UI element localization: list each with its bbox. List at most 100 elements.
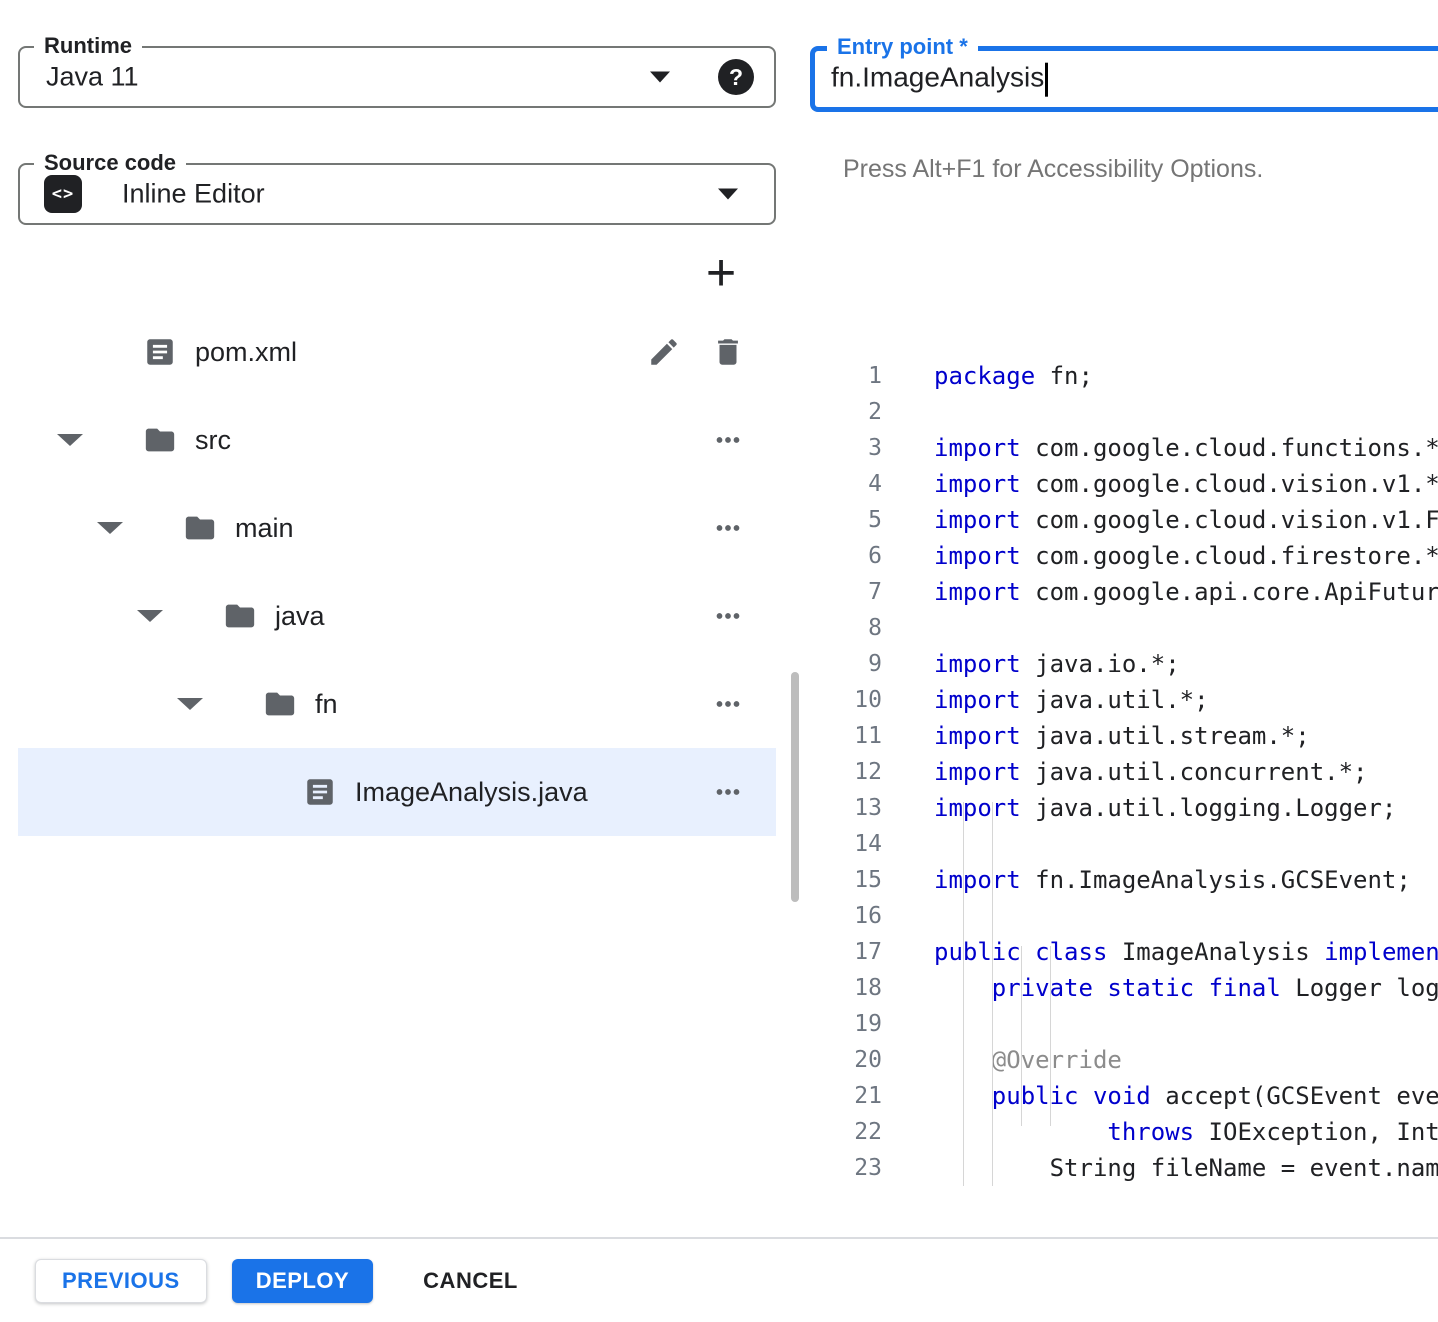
line-number: 12 [810,754,882,790]
code-line: 13import java.util.logging.Logger; [810,790,1438,826]
dropdown-arrow-icon [650,72,670,83]
line-number: 23 [810,1150,882,1186]
line-number: 14 [810,826,882,862]
code-line: 20 @Override [810,1042,1438,1078]
tree-item-label: java [275,601,325,632]
line-number: 18 [810,970,882,1006]
expander-caret-icon[interactable] [57,434,83,446]
runtime-select[interactable]: Runtime Java 11 ? [18,46,776,108]
entry-point-input[interactable]: Entry point * fn.ImageAnalysis [810,46,1438,112]
tree-item-label: fn [315,689,338,720]
code-line: 14 [810,826,1438,862]
code-line: 10import java.util.*; [810,682,1438,718]
code-line: 7import com.google.api.core.ApiFutur [810,574,1438,610]
action-bar: PREVIOUS DEPLOY CANCEL [0,1237,1438,1322]
line-number: 9 [810,646,882,682]
expander-caret-icon[interactable] [177,698,203,710]
text-cursor [1045,62,1048,96]
code-brackets-icon: <> [44,175,82,213]
tree-item-java[interactable]: java [18,572,776,660]
line-number: 11 [810,718,882,754]
tree-indent [45,434,143,446]
code-editor[interactable]: Press Alt+F1 for Accessibility Options. … [810,142,1438,1186]
runtime-label: Runtime [34,33,142,59]
more-options-button[interactable] [708,684,748,724]
tree-item-label: main [235,513,294,544]
more-options-button[interactable] [708,508,748,548]
code-line: 1package fn; [810,358,1438,394]
indent-guide [1050,946,1051,1126]
line-number: 5 [810,502,882,538]
code-line: 19 [810,1006,1438,1042]
configuration-panel: Runtime Java 11 ? Source code <> Inline … [0,0,776,1237]
code-line: 11import java.util.stream.*; [810,718,1438,754]
code-line: 15import fn.ImageAnalysis.GCSEvent; [810,862,1438,898]
code-line: 6import com.google.cloud.firestore.* [810,538,1438,574]
folder-icon [183,511,217,545]
dropdown-arrow-icon [718,189,738,200]
tree-indent [165,698,263,710]
line-number: 22 [810,1114,882,1150]
code-line: 8 [810,610,1438,646]
entry-point-label: Entry point * [827,34,978,60]
code-line: 5import com.google.cloud.vision.v1.F [810,502,1438,538]
cancel-button[interactable]: CANCEL [413,1259,528,1303]
line-number: 2 [810,394,882,430]
code-line: 17public class ImageAnalysis implemen [810,934,1438,970]
tree-item-main[interactable]: main [18,484,776,572]
more-options-button[interactable] [708,596,748,636]
line-number: 13 [810,790,882,826]
tree-item-label: src [195,425,231,456]
code-line: 3import com.google.cloud.functions.* [810,430,1438,466]
code-line: 21 public void accept(GCSEvent eve [810,1078,1438,1114]
tree-item-pom.xml[interactable]: pom.xml [18,308,776,396]
line-number: 19 [810,1006,882,1042]
line-number: 10 [810,682,882,718]
line-number: 20 [810,1042,882,1078]
entry-point-value: fn.ImageAnalysis [831,62,1048,97]
folder-icon [143,423,177,457]
expander-caret-icon[interactable] [137,610,163,622]
more-options-button[interactable] [708,420,748,460]
tree-item-label: pom.xml [195,337,297,368]
file-icon [143,335,177,369]
source-code-value: Inline Editor [122,179,265,210]
previous-button[interactable]: PREVIOUS [35,1259,207,1303]
line-number: 7 [810,574,882,610]
line-number: 16 [810,898,882,934]
line-number: 15 [810,862,882,898]
editor-panel: Entry point * fn.ImageAnalysis Press Alt… [810,0,1438,1237]
scrollbar-thumb[interactable] [791,672,799,902]
tree-item-ImageAnalysis.java[interactable]: ImageAnalysis.java [18,748,776,836]
code-line: 12import java.util.concurrent.*; [810,754,1438,790]
accessibility-hint: Press Alt+F1 for Accessibility Options. [843,154,1438,190]
indent-guide [1021,946,1022,1126]
indent-guide [963,802,964,1186]
code-line: 4import com.google.cloud.vision.v1.* [810,466,1438,502]
add-file-button[interactable]: + [696,248,746,298]
tree-item-fn[interactable]: fn [18,660,776,748]
line-number: 17 [810,934,882,970]
folder-icon [223,599,257,633]
tree-indent [125,610,223,622]
delete-file-button[interactable] [708,332,748,372]
code-line: 2 [810,394,1438,430]
tree-item-label: ImageAnalysis.java [355,777,588,808]
runtime-value: Java 11 [46,62,139,93]
source-code-label: Source code [34,150,186,176]
folder-icon [263,687,297,721]
file-tree: pom.xml src main java fn ImageAnalysis.java [18,308,776,836]
help-icon[interactable]: ? [718,59,754,95]
code-line: 18 private static final Logger log [810,970,1438,1006]
more-options-button[interactable] [708,772,748,812]
expander-caret-icon[interactable] [97,522,123,534]
deploy-button[interactable]: DEPLOY [232,1259,373,1303]
tree-item-src[interactable]: src [18,396,776,484]
line-number: 1 [810,358,882,394]
source-code-select[interactable]: Source code <> Inline Editor [18,163,776,225]
line-number: 4 [810,466,882,502]
indent-guide [992,802,993,1186]
code-line: 16 [810,898,1438,934]
edit-file-button[interactable] [644,332,684,372]
tree-indent [85,522,183,534]
